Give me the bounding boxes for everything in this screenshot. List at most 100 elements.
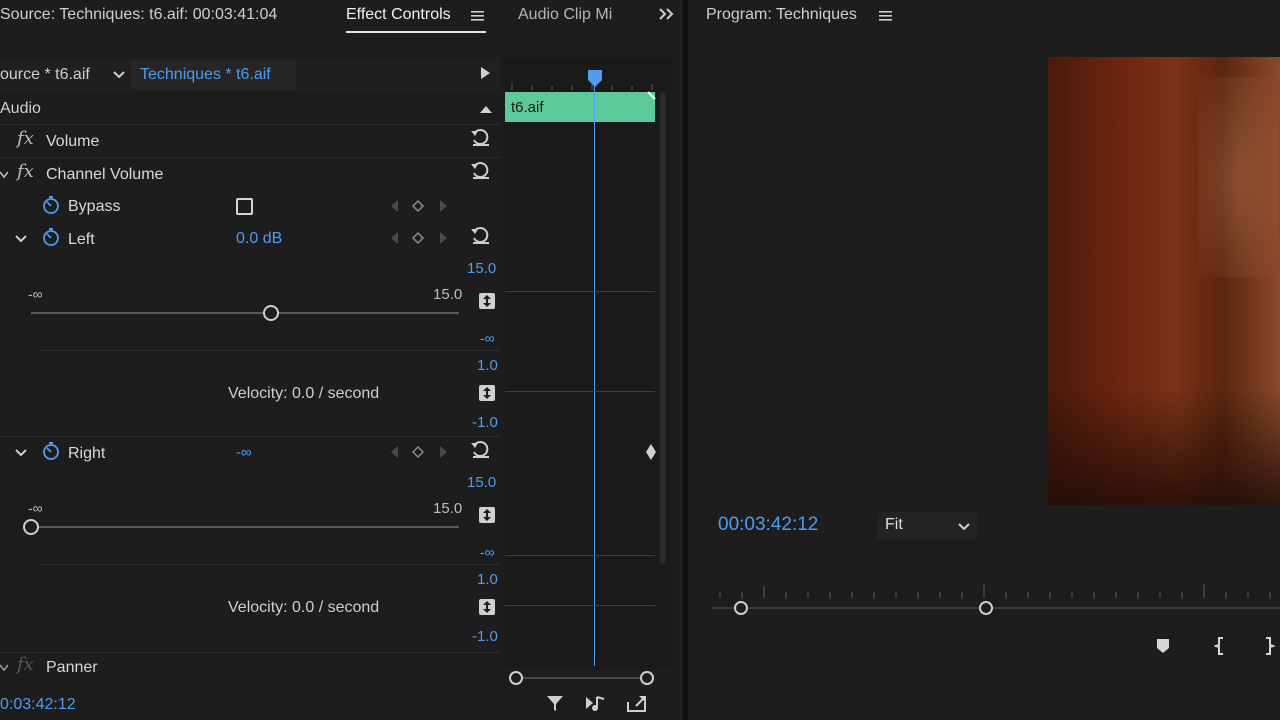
row-divider [0, 436, 500, 437]
panel-divider[interactable] [683, 0, 688, 720]
export-icon[interactable] [625, 692, 649, 714]
left-slider-track[interactable] [31, 312, 459, 314]
chevron-down-icon[interactable] [112, 68, 126, 82]
velocity-max-label: 1.0 [477, 571, 498, 588]
velocity-min-label: -1.0 [472, 414, 498, 431]
keyframe-navigator[interactable] [388, 444, 452, 460]
source-tab[interactable]: Source: Techniques: t6.aif: 00:03:41:04 [0, 6, 277, 24]
velocity-max-label: 1.0 [477, 357, 498, 374]
mark-in-icon[interactable] [1212, 636, 1226, 656]
panel-menu-icon[interactable] [470, 9, 486, 23]
left-slider-handle[interactable] [263, 305, 279, 321]
row-divider [40, 350, 500, 351]
slider-min-label: -∞ [28, 286, 43, 302]
scale-toggle-icon[interactable] [479, 599, 495, 615]
channel-volume-effect-label: Channel Volume [46, 166, 164, 183]
stopwatch-icon[interactable] [41, 441, 61, 461]
expand-chevron-icon[interactable] [14, 232, 28, 244]
mark-out-icon[interactable] [1263, 636, 1277, 656]
timeline-ruler[interactable] [508, 76, 656, 90]
filter-icon[interactable] [545, 693, 565, 713]
breadcrumb-sequence[interactable]: Techniques * t6.aif [140, 66, 271, 84]
reset-icon[interactable] [470, 438, 492, 460]
program-time-ruler[interactable] [716, 582, 1280, 598]
program-menu-icon[interactable] [878, 9, 894, 23]
footer-timecode[interactable]: 0:03:42:12 [0, 696, 76, 714]
play-audio-icon[interactable] [584, 693, 608, 713]
video-highlight [1198, 77, 1278, 277]
graph-min-label: -∞ [480, 330, 495, 346]
zoom-dropdown[interactable]: Fit [877, 512, 977, 540]
chevron-down-icon [957, 520, 971, 538]
program-monitor-tab[interactable]: Program: Techniques [706, 6, 857, 24]
bypass-checkbox[interactable] [236, 198, 253, 215]
right-slider-track[interactable] [31, 526, 459, 528]
graph-max-label: 15.0 [467, 474, 497, 491]
graph-max-label: 15.0 [467, 260, 497, 277]
slider-max-label: 15.0 [433, 500, 463, 517]
reset-icon[interactable] [470, 159, 492, 181]
right-slider-handle[interactable] [23, 519, 39, 535]
effect-controls-tab-label: Effect Controls [346, 6, 451, 23]
program-timecode[interactable]: 00:03:42:12 [718, 514, 818, 536]
graph-line [505, 391, 655, 392]
breadcrumb-master[interactable]: ource * t6.aif [0, 66, 90, 84]
zoom-handle-right[interactable] [640, 671, 654, 685]
fx-icon[interactable]: fx [17, 128, 34, 149]
right-value[interactable]: -∞ [236, 444, 252, 461]
zoom-scroll-track[interactable] [515, 677, 646, 679]
play-triangle-icon[interactable] [478, 66, 492, 80]
effect-controls-tab[interactable]: Effect Controls [346, 6, 451, 24]
left-value[interactable]: 0.0 dB [236, 230, 282, 248]
velocity-min-label: -1.0 [472, 628, 498, 645]
panner-effect-label: Panner [46, 659, 98, 676]
zoom-handle-left[interactable] [509, 671, 523, 685]
reset-icon[interactable] [470, 126, 492, 148]
add-marker-icon[interactable] [1155, 637, 1171, 655]
graph-min-label: -∞ [480, 544, 495, 560]
expand-chevron-icon[interactable] [14, 446, 28, 458]
mini-timeline-area [504, 58, 672, 668]
audio-clip-mixer-tab[interactable]: Audio Clip Mi [518, 6, 612, 24]
zoom-value: Fit [885, 516, 903, 533]
graph-line [505, 291, 655, 292]
left-velocity: Velocity: 0.0 / second [228, 385, 380, 402]
keyframe-navigator[interactable] [388, 198, 452, 214]
clip-end-marker-icon [647, 88, 657, 100]
stopwatch-icon[interactable] [41, 195, 61, 215]
reset-icon[interactable] [470, 224, 492, 246]
volume-effect-label: Volume [46, 133, 100, 150]
graph-line [505, 605, 655, 606]
program-video-frame[interactable] [1048, 57, 1280, 505]
scale-toggle-icon[interactable] [479, 385, 495, 401]
audio-section-title: Audio [0, 100, 41, 117]
more-tabs-icon[interactable] [658, 6, 676, 22]
expand-chevron-icon[interactable] [0, 168, 9, 180]
expand-chevron-icon[interactable] [0, 661, 9, 673]
bypass-label: Bypass [68, 198, 121, 215]
program-zoom-handle-right[interactable] [979, 601, 993, 615]
row-divider [0, 157, 500, 158]
program-zoom-handle-left[interactable] [734, 601, 748, 615]
left-channel-label: Left [68, 231, 95, 248]
clip-name: t6.aif [511, 99, 544, 116]
row-divider [0, 652, 500, 653]
keyframe-navigator[interactable] [388, 230, 452, 246]
playhead-line [594, 86, 595, 666]
slider-max-label: 15.0 [433, 286, 463, 303]
keyframe-icon[interactable] [643, 443, 657, 461]
fx-icon[interactable]: fx [17, 161, 34, 182]
video-shadow [1048, 387, 1280, 505]
right-channel-label: Right [68, 445, 106, 462]
scale-toggle-icon[interactable] [479, 293, 495, 309]
right-velocity: Velocity: 0.0 / second [228, 599, 380, 616]
vertical-scrollbar[interactable] [660, 92, 666, 564]
program-scroll-track[interactable] [712, 607, 1280, 609]
slider-min-label: -∞ [28, 500, 43, 516]
row-divider [40, 564, 500, 565]
fx-icon[interactable]: fx [17, 654, 34, 675]
playhead-icon[interactable] [586, 68, 604, 88]
collapse-up-icon[interactable] [479, 102, 493, 114]
scale-toggle-icon[interactable] [479, 507, 495, 523]
stopwatch-icon[interactable] [41, 227, 61, 247]
